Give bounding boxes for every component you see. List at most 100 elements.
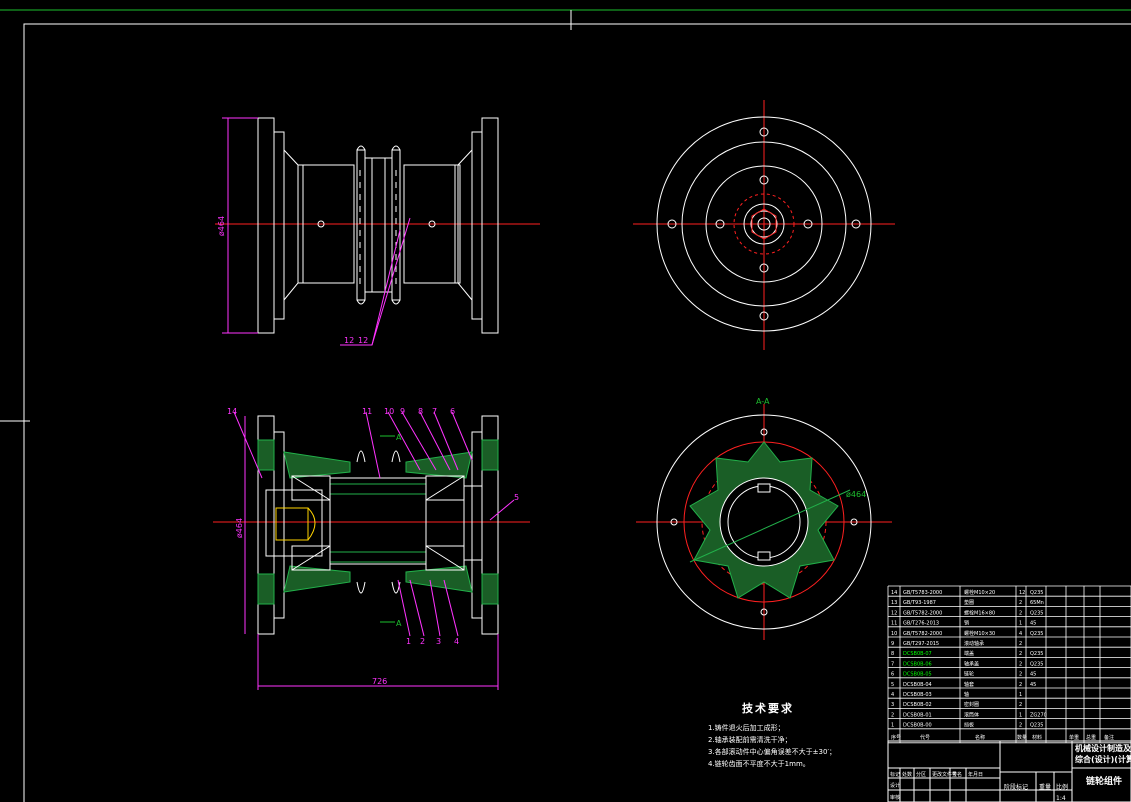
side-view — [633, 100, 895, 350]
balloon-7: 7 — [432, 407, 437, 416]
role-review: 审核 — [890, 794, 900, 801]
parts-cell: ZG270 — [1030, 712, 1047, 718]
section-arrow-a-top: A — [396, 433, 402, 442]
parts-cell: 5 — [891, 682, 894, 688]
parts-header-cell: 名称 — [975, 734, 985, 741]
parts-cell: Q235 — [1030, 610, 1043, 616]
parts-header-cell: 总重 — [1086, 734, 1096, 741]
parts-cell: DCSB0B-02 — [903, 702, 932, 708]
title-school: 机械设计制造及其 — [1075, 743, 1131, 753]
length-dimension: 726 — [372, 677, 387, 686]
weight-label: 重量 — [1039, 783, 1051, 791]
stage-label: 阶段标记 — [1004, 783, 1028, 791]
parts-cell: 2 — [891, 712, 894, 718]
parts-cell: 7 — [891, 661, 894, 667]
parts-cell: GB/T5783-2000 — [903, 590, 942, 596]
note-1: 1.铸件退火后加工成形； — [708, 724, 785, 732]
title-drawing-name: 链轮组件 — [1086, 775, 1122, 787]
balloon-3: 3 — [436, 637, 441, 646]
balloon-10: 10 — [384, 407, 394, 416]
balloon-2: 2 — [420, 637, 425, 646]
section-view — [213, 411, 530, 690]
parts-cell: 6 — [891, 672, 894, 678]
parts-cell: 螺栓M10×30 — [964, 630, 995, 637]
col-date: 年月日 — [968, 771, 983, 778]
parts-cell: DCSB0B-00 — [903, 723, 932, 729]
circle-dimension: ø464 — [846, 490, 866, 499]
title-project: 综合(设计)(计算) — [1075, 754, 1131, 764]
parts-header-cell: 序号 — [891, 734, 901, 741]
balloon-12a: 12 — [344, 336, 354, 345]
parts-cell: 1 — [1019, 712, 1022, 718]
section-arrow-a-bottom: A — [396, 619, 402, 628]
parts-cell: GB/T93-1987 — [903, 600, 936, 606]
scale-label: 比例 — [1056, 783, 1068, 791]
parts-cell: DCSB0B-03 — [903, 692, 932, 698]
parts-cell: 65Mn — [1030, 600, 1044, 606]
note-4: 4.链轮齿面不平度不大于1mm。 — [708, 760, 810, 768]
parts-cell: 1 — [1019, 621, 1022, 627]
parts-cell: 螺栓M16×80 — [964, 609, 995, 616]
parts-cell: 销 — [964, 620, 969, 627]
parts-cell: 端盖 — [964, 650, 974, 657]
parts-cell: DCSB0B-04 — [903, 682, 932, 688]
parts-cell: 11 — [891, 621, 897, 627]
parts-cell: 12 — [1019, 590, 1025, 596]
parts-cell: 链轮 — [964, 671, 974, 678]
parts-cell: 轴 — [964, 691, 969, 698]
role-design: 设计 — [890, 782, 900, 789]
cad-drawing: ø464 12 12 726 ø464 14 11 10 9 8 7 6 1 2… — [0, 9, 1131, 802]
balloon-1: 1 — [406, 637, 411, 646]
parts-cell: 密封圈 — [964, 701, 979, 708]
parts-cell: 挡板 — [964, 722, 974, 729]
balloon-12b: 12 — [358, 336, 368, 345]
section-a-a-label: A-A — [756, 397, 770, 406]
note-2: 2.轴承装配前需清洗干净； — [708, 736, 792, 744]
balloon-6: 6 — [450, 407, 455, 416]
parts-cell: DCSB0B-05 — [903, 672, 932, 678]
parts-cell: Q235 — [1030, 631, 1043, 637]
parts-cell: 轴套 — [964, 681, 974, 688]
parts-cell: 轴承盖 — [964, 660, 979, 667]
front-view — [215, 117, 540, 346]
parts-cell: 2 — [1019, 651, 1022, 657]
balloon-5: 5 — [514, 493, 519, 502]
balloon-14: 14 — [227, 407, 237, 416]
parts-cell: Q235 — [1030, 661, 1043, 667]
parts-header-cell: 数量 — [1017, 734, 1027, 741]
parts-cell: 2 — [1019, 661, 1022, 667]
parts-cell: 10 — [891, 631, 897, 637]
parts-list: 14 GB/T5783-2000 螺栓M10×20 12 Q23513 GB/T93-19… — [887, 585, 1131, 744]
parts-cell: 45 — [1030, 672, 1036, 678]
note-3: 3.各部滚动件中心偏角误差不大于±30′； — [708, 748, 837, 756]
balloon-8: 8 — [418, 407, 423, 416]
parts-cell: 螺栓M10×20 — [964, 589, 995, 596]
parts-cell: 3 — [891, 702, 894, 708]
parts-cell: 2 — [1019, 723, 1022, 729]
col-zone: 分区 — [916, 771, 926, 778]
balloon-4: 4 — [454, 637, 459, 646]
technical-requirements: 技术要求 1.铸件退火后加工成形； 2.轴承装配前需清洗干净； 3.各部滚动件中… — [708, 700, 888, 770]
parts-header-cell: 代号 — [920, 734, 930, 741]
parts-cell: 2 — [1019, 682, 1022, 688]
parts-cell: 1 — [891, 723, 894, 729]
parts-header-cell: 单重 — [1069, 734, 1079, 741]
col-sign: 签名 — [952, 771, 962, 778]
parts-cell: Q235 — [1030, 651, 1043, 657]
parts-cell: 45 — [1030, 682, 1036, 688]
parts-cell: 1 — [1019, 692, 1022, 698]
parts-cell: Q235 — [1030, 723, 1043, 729]
parts-cell: 滚动轴承 — [964, 640, 984, 647]
balloon-9: 9 — [400, 407, 405, 416]
scale-value: 1:4 — [1056, 795, 1066, 802]
parts-cell: 4 — [1019, 631, 1022, 637]
parts-cell: 2 — [1019, 641, 1022, 647]
parts-cell: 2 — [1019, 610, 1022, 616]
parts-cell: GB/T5782-2000 — [903, 610, 942, 616]
section-a-a-view — [636, 404, 892, 640]
parts-cell: 2 — [1019, 672, 1022, 678]
parts-cell: GB/T297-2015 — [903, 641, 939, 647]
parts-cell: 2 — [1019, 600, 1022, 606]
balloon-11: 11 — [362, 407, 372, 416]
parts-header-cell: 备注 — [1104, 734, 1114, 741]
